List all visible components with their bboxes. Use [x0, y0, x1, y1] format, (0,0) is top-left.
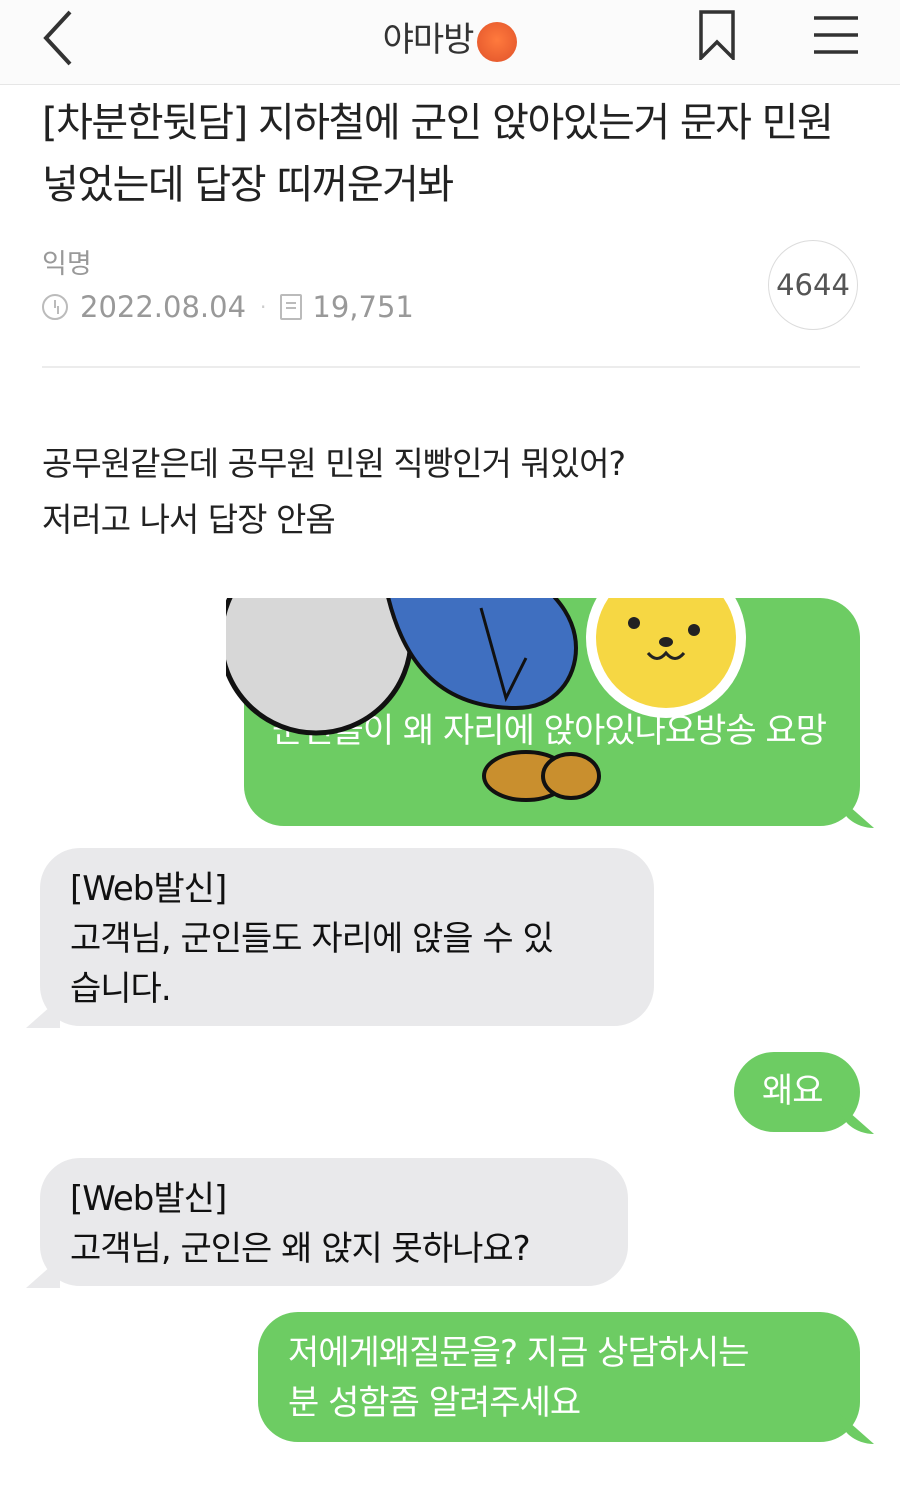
- board-title: 야마방: [0, 12, 900, 62]
- sticker-image: [226, 598, 746, 802]
- bookmark-icon[interactable]: [697, 10, 737, 60]
- post-date: 2022.08.04: [80, 290, 247, 324]
- message-line: 고객님, 군인들도 자리에 앉을 수 있: [70, 919, 554, 959]
- views-icon: [280, 294, 303, 320]
- message-line: 고객님, 군인은 왜 앉지 못하나요?: [70, 1229, 531, 1269]
- menu-icon[interactable]: [812, 14, 860, 56]
- sent-message: 왜요: [734, 1052, 860, 1132]
- message-line: 저에게왜질문을? 지금 상담하시는: [288, 1333, 750, 1373]
- post-author: 익명: [42, 249, 92, 280]
- message-text: 왜요: [762, 1071, 824, 1111]
- post-body: 공무원같은데 공무원 민원 직빵인거 뭐있어? 저러고 나서 답장 안옴: [42, 436, 626, 548]
- post-meta: 2022.08.04 · 19,751: [42, 290, 414, 324]
- divider: [42, 366, 860, 368]
- message-line: 습니다.: [70, 969, 172, 1009]
- board-name: 야마방: [382, 20, 475, 60]
- message-line: [Web발신]: [70, 869, 227, 909]
- message-line: 분 성함좀 알려주세요: [288, 1383, 581, 1423]
- separator-dot: ·: [260, 295, 267, 319]
- post-views: 19,751: [312, 290, 414, 324]
- top-bar: 야마방: [0, 0, 900, 85]
- received-message: [Web발신] 고객님, 군인들도 자리에 앉을 수 있 습니다.: [40, 848, 654, 1026]
- clock-icon: [42, 294, 68, 320]
- body-line: 저러고 나서 답장 안옴: [42, 500, 336, 539]
- message-line: [Web발신]: [70, 1179, 227, 1219]
- paw-icon: [482, 750, 601, 802]
- angry-face-icon: [477, 21, 518, 62]
- post-title: [차분한뒷담] 지하철에 군인 앉아있는거 문자 민원 넣었는데 답장 띠꺼운거…: [42, 100, 834, 208]
- received-message: [Web발신] 고객님, 군인은 왜 앉지 못하나요?: [40, 1158, 628, 1286]
- body-line: 공무원같은데 공무원 민원 직빵인거 뭐있어?: [42, 444, 626, 483]
- comment-count-button[interactable]: 4644: [768, 240, 858, 330]
- sent-message: 저에게왜질문을? 지금 상담하시는 분 성함좀 알려주세요: [258, 1312, 860, 1442]
